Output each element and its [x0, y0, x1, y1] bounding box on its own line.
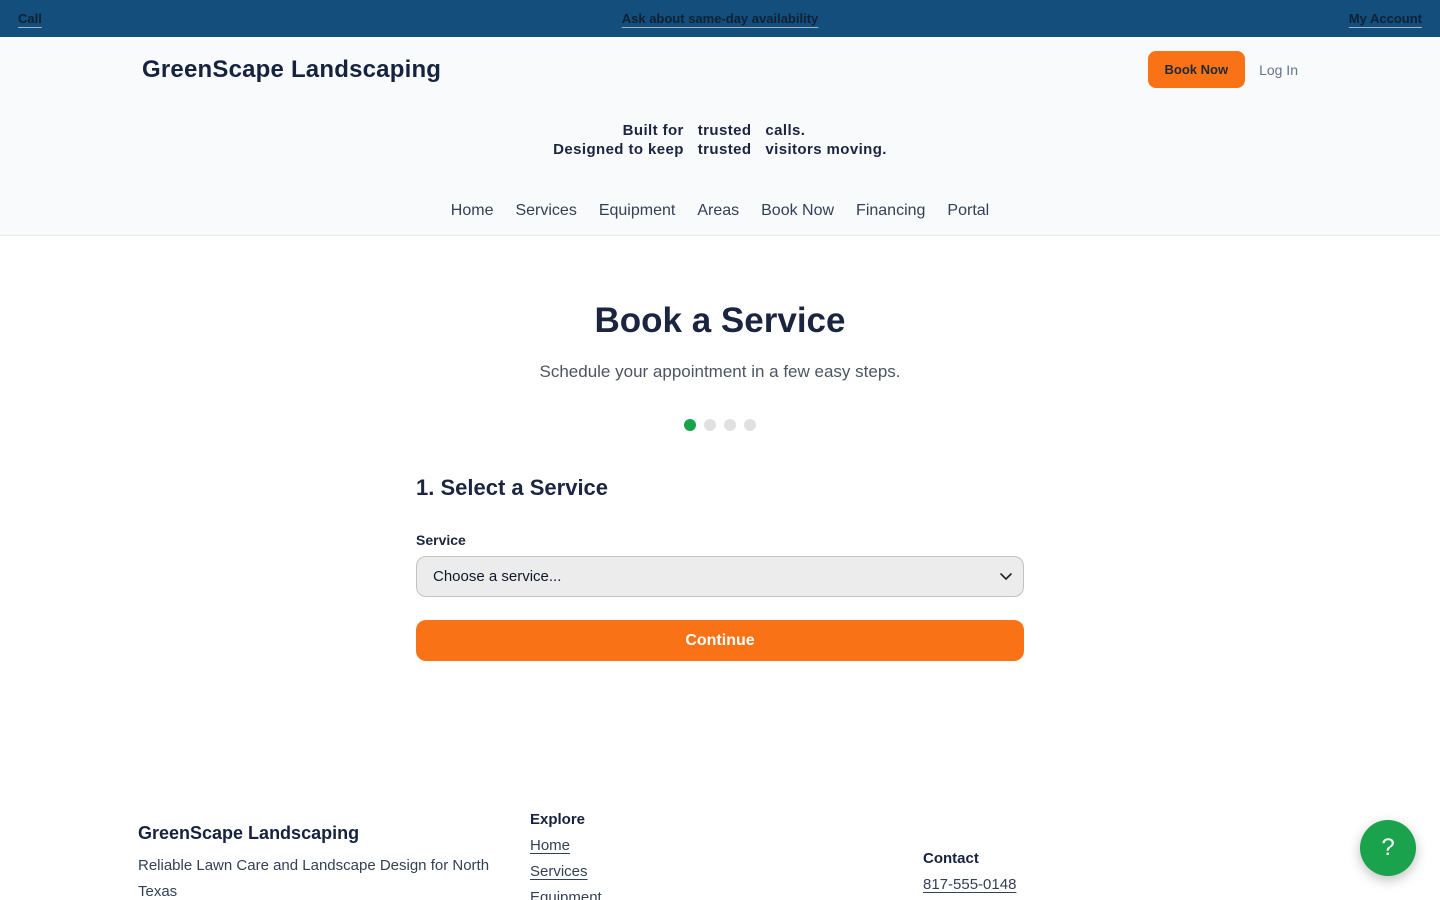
footer-link-home[interactable]: Home	[530, 837, 570, 854]
step-dot-1	[684, 419, 696, 431]
continue-button[interactable]: Continue	[416, 620, 1024, 661]
tagline-line1-right: calls.	[765, 122, 886, 139]
footer-explore-heading: Explore	[530, 811, 923, 828]
site-footer: GreenScape Landscaping Reliable Lawn Car…	[0, 811, 1440, 900]
step-heading: 1. Select a Service	[416, 475, 1024, 501]
step-dot-2	[704, 419, 716, 431]
footer-tagline-line1: Reliable Lawn Care and Landscape Design …	[138, 853, 518, 900]
booking-form: 1. Select a Service Service Choose a ser…	[416, 475, 1024, 661]
footer-contact: Contact 817-555-0148 hello@greenscapelan…	[923, 850, 1302, 900]
service-label: Service	[416, 532, 1024, 548]
step-dot-3	[724, 419, 736, 431]
footer-phone-link[interactable]: 817-555-0148	[923, 876, 1016, 893]
nav-link-equipment[interactable]: Equipment	[595, 200, 680, 222]
page-subtitle: Schedule your appointment in a few easy …	[0, 362, 1440, 382]
brand-logo[interactable]: GreenScape Landscaping	[142, 56, 441, 84]
footer-about: GreenScape Landscaping Reliable Lawn Car…	[138, 823, 518, 900]
book-now-button[interactable]: Book Now	[1148, 51, 1246, 88]
service-select[interactable]: Choose a service...	[416, 556, 1024, 597]
tagline-line2-right: visitors moving.	[765, 141, 886, 158]
footer-contact-heading: Contact	[923, 850, 1302, 867]
tagline-line1-word: trusted	[698, 122, 752, 139]
footer-link-services[interactable]: Services	[530, 863, 588, 880]
nav-link-financing[interactable]: Financing	[852, 200, 929, 222]
tagline-line2-word: trusted	[698, 141, 752, 158]
footer-explore: Explore Home Services Equipment	[530, 811, 923, 900]
call-link[interactable]: Call	[18, 11, 42, 26]
nav-link-areas[interactable]: Areas	[693, 200, 743, 222]
tagline-line2-left: Designed to keep	[553, 141, 684, 158]
log-in-link[interactable]: Log In	[1259, 62, 1298, 78]
tagline-line1-left: Built for	[553, 122, 684, 139]
help-button[interactable]: ?	[1360, 820, 1416, 876]
nav-link-portal[interactable]: Portal	[943, 200, 993, 222]
nav-link-book-now[interactable]: Book Now	[757, 200, 838, 222]
step-dot-4	[744, 419, 756, 431]
main-nav: Home Services Equipment Areas Book Now Financ…	[0, 200, 1440, 222]
footer-link-equipment[interactable]: Equipment	[530, 889, 602, 900]
footer-brand: GreenScape Landscaping	[138, 823, 518, 844]
announcement-bar: Call Ask about same-day availability My …	[0, 0, 1440, 37]
announcement-link[interactable]: Ask about same-day availability	[622, 11, 819, 26]
hero-tagline: Built for trusted calls. Designed to kee…	[553, 122, 887, 158]
nav-link-services[interactable]: Services	[511, 200, 580, 222]
site-header: GreenScape Landscaping Book Now Log In B…	[0, 37, 1440, 236]
step-dots	[0, 419, 1440, 431]
page-title: Book a Service	[0, 301, 1440, 341]
booking-section: Book a Service Schedule your appointment…	[0, 301, 1440, 661]
header-actions: Book Now Log In	[1148, 51, 1299, 88]
my-account-link[interactable]: My Account	[1349, 11, 1422, 26]
nav-link-home[interactable]: Home	[447, 200, 498, 222]
footer-explore-links: Home Services Equipment	[530, 837, 923, 900]
